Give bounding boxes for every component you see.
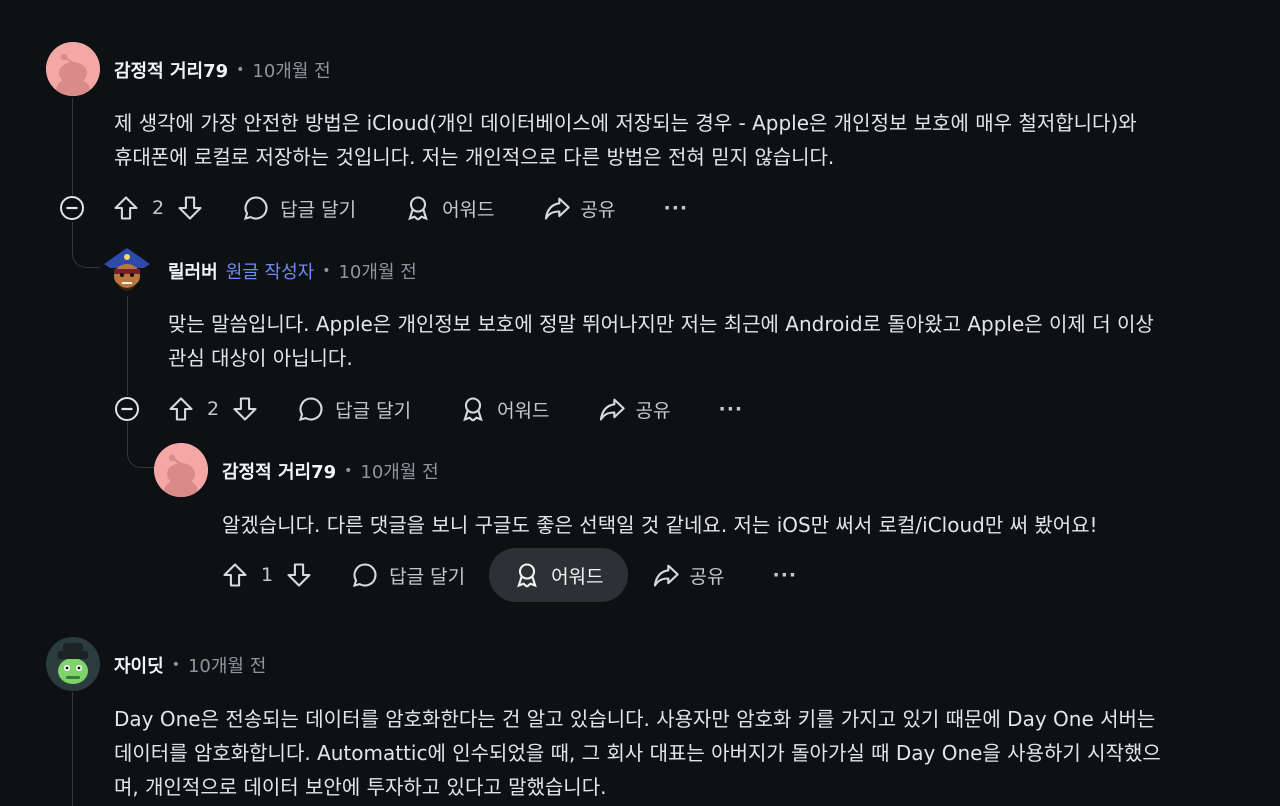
more-icon: ··· — [663, 197, 689, 219]
comment-actions: 2 답글 달기 어워드 공유 ··· — [112, 181, 688, 235]
vote-group: 1 — [221, 548, 313, 602]
thread-line — [72, 692, 73, 806]
more-options-button[interactable]: ··· — [718, 382, 743, 436]
thread-connector — [127, 422, 155, 468]
collapse-icon[interactable] — [114, 396, 140, 422]
award-button[interactable]: 어워드 — [459, 382, 550, 436]
comment-line: 휴대폰에 로컬로 저장하는 것입니다. 저는 개인적으로 다른 방법은 전혀 믿… — [114, 145, 835, 169]
reply-button[interactable]: 답글 달기 — [351, 548, 465, 602]
comment-line: Day One은 전송되는 데이터를 암호화한다는 건 알고 있습니다. 사용자… — [114, 707, 1156, 731]
username[interactable]: 자이딧 — [114, 652, 164, 678]
thread-connector — [72, 222, 101, 268]
share-label: 공유 — [580, 198, 616, 221]
comment-actions: 2 답글 달기 어워드 공유 ··· — [167, 382, 743, 436]
award-button[interactable]: 어워드 — [489, 548, 628, 602]
comment-meta: 감정적 거리79 • 10개월 전 — [222, 458, 439, 484]
comment-line: 제 생각에 가장 안전한 방법은 iCloud(개인 데이터베이스에 저장되는 … — [114, 111, 1137, 135]
more-icon: ··· — [718, 398, 744, 420]
share-label: 공유 — [635, 399, 671, 422]
comment-icon — [244, 196, 268, 220]
comment-line: 데이터를 암호화합니다. Automattic에 인수되었을 때, 그 회사 대… — [114, 741, 1161, 765]
award-label: 어워드 — [497, 399, 550, 422]
share-button[interactable]: 공유 — [543, 181, 616, 235]
thread-line — [127, 296, 128, 396]
comment-icon — [299, 397, 323, 421]
more-icon: ··· — [772, 564, 798, 586]
more-options-button[interactable]: ··· — [663, 181, 688, 235]
vote-count: 2 — [152, 197, 165, 219]
award-icon — [463, 397, 483, 422]
reply-label: 답글 달기 — [389, 565, 466, 588]
reply-button[interactable]: 답글 달기 — [297, 382, 411, 436]
collapse-icon[interactable] — [59, 195, 85, 221]
comment-line: 관심 대상이 아닙니다. — [168, 346, 353, 370]
share-icon — [599, 398, 625, 421]
reply-label: 답글 달기 — [280, 198, 357, 221]
share-button[interactable]: 공유 — [652, 548, 725, 602]
avatar[interactable] — [46, 637, 100, 691]
separator-dot: • — [236, 62, 245, 78]
timestamp[interactable]: 10개월 전 — [252, 57, 330, 83]
username[interactable]: 감정적 거리79 — [114, 57, 228, 83]
reply-label: 답글 달기 — [335, 399, 412, 422]
downvote-icon[interactable] — [176, 194, 204, 222]
downvote-icon[interactable] — [285, 561, 313, 589]
reply-button[interactable]: 답글 달기 — [242, 181, 356, 235]
vote-count: 2 — [207, 398, 220, 420]
comment-body: Day One은 전송되는 데이터를 암호화한다는 건 알고 있습니다. 사용자… — [114, 702, 1161, 804]
separator-dot: • — [322, 263, 331, 279]
timestamp[interactable]: 10개월 전 — [360, 458, 438, 484]
award-button[interactable]: 어워드 — [404, 181, 495, 235]
comment-line: 알겠습니다. 다른 댓글을 보니 구글도 좋은 선택일 것 같네요. 저는 iO… — [222, 513, 1098, 537]
comment-meta: 감정적 거리79 • 10개월 전 — [114, 57, 331, 83]
vote-group: 2 — [167, 382, 259, 436]
share-icon — [653, 564, 679, 587]
comment-icon — [353, 563, 377, 587]
comment-body: 제 생각에 가장 안전한 방법은 iCloud(개인 데이터베이스에 저장되는 … — [114, 106, 1137, 174]
timestamp[interactable]: 10개월 전 — [338, 258, 416, 284]
vote-group: 2 — [112, 181, 204, 235]
award-icon — [408, 196, 428, 221]
award-label: 어워드 — [442, 198, 495, 221]
downvote-icon[interactable] — [231, 395, 259, 423]
timestamp[interactable]: 10개월 전 — [188, 652, 266, 678]
comment-body: 알겠습니다. 다른 댓글을 보니 구글도 좋은 선택일 것 같네요. 저는 iO… — [222, 508, 1098, 542]
comment-actions: 1 답글 달기 어워드 공유 ··· — [221, 548, 797, 602]
username[interactable]: 릴러버 — [168, 258, 218, 284]
vote-count: 1 — [261, 564, 274, 586]
share-label: 공유 — [689, 565, 725, 588]
award-label: 어워드 — [551, 565, 604, 588]
upvote-icon[interactable] — [112, 194, 140, 222]
separator-dot: • — [344, 463, 353, 479]
thread-line — [72, 98, 73, 195]
op-badge: 원글 작성자 — [225, 262, 315, 283]
comment-line: 며, 개인적으로 데이터 보안에 투자하고 있다고 말했습니다. — [114, 775, 607, 799]
separator-dot: • — [171, 657, 180, 673]
share-button[interactable]: 공유 — [598, 382, 671, 436]
award-icon — [517, 563, 537, 588]
comment-meta: 릴러버 원글 작성자 • 10개월 전 — [168, 258, 417, 284]
comment-meta: 자이딧 • 10개월 전 — [114, 652, 266, 678]
upvote-icon[interactable] — [167, 395, 195, 423]
username[interactable]: 감정적 거리79 — [222, 458, 336, 484]
upvote-icon[interactable] — [221, 561, 249, 589]
avatar[interactable] — [46, 42, 100, 96]
share-icon — [544, 197, 570, 220]
comment-body: 맞는 말씀입니다. Apple은 개인정보 보호에 정말 뛰어나지만 저는 최근… — [168, 307, 1154, 375]
avatar[interactable] — [154, 443, 208, 497]
avatar[interactable] — [100, 242, 154, 296]
comment-line: 맞는 말씀입니다. Apple은 개인정보 보호에 정말 뛰어나지만 저는 최근… — [168, 312, 1154, 336]
more-options-button[interactable]: ··· — [772, 548, 797, 602]
